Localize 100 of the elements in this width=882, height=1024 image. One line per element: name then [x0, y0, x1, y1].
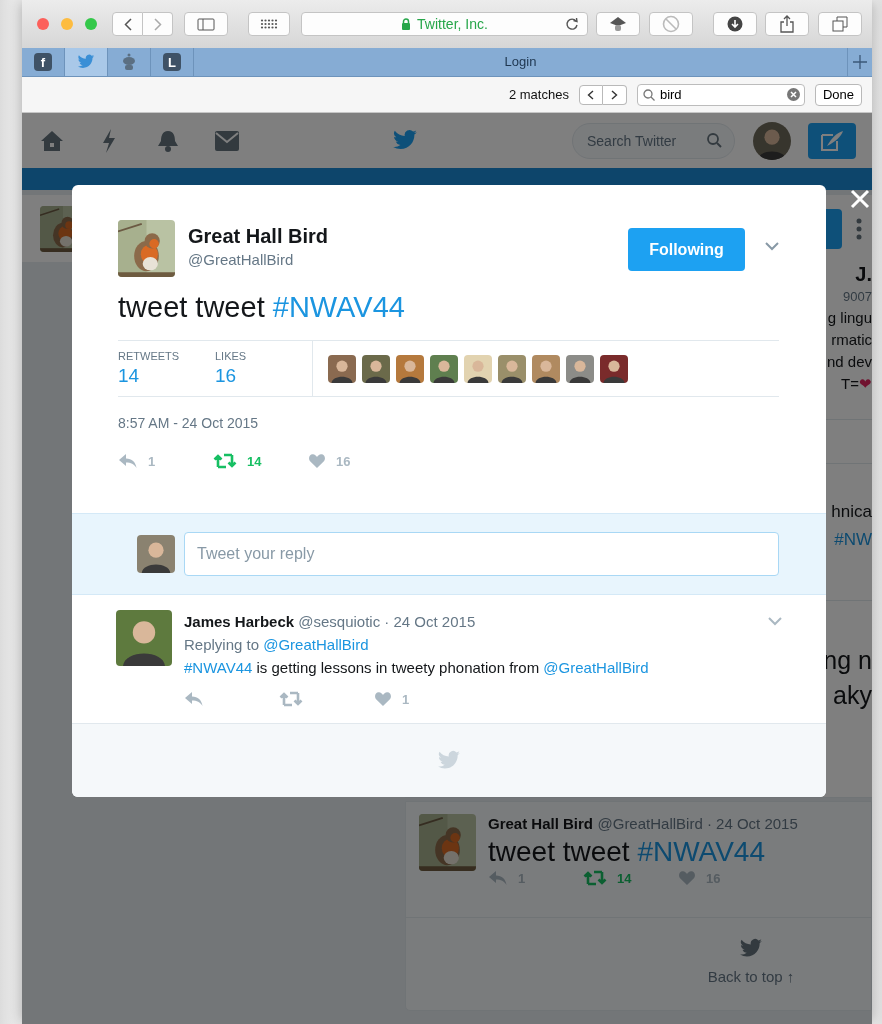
author-handle[interactable]: @GreatHallBird — [188, 249, 329, 271]
lock-icon — [401, 18, 412, 30]
block-button[interactable] — [649, 12, 693, 36]
page-title: Login — [503, 53, 538, 71]
retweet-icon[interactable] — [213, 453, 237, 469]
tweet-meta: @sesquiotic · 24 Oct 2015 — [298, 613, 476, 630]
tweet-timestamp: 8:57 AM - 24 Oct 2015 — [118, 415, 260, 431]
heart-icon[interactable] — [678, 870, 696, 886]
author-name[interactable]: Great Hall Bird — [188, 223, 329, 249]
find-field[interactable]: bird — [636, 83, 805, 106]
reply-icon[interactable] — [488, 870, 508, 886]
search-field[interactable]: Search Twitter — [572, 122, 735, 159]
avatar — [464, 354, 492, 383]
avatar — [498, 354, 526, 383]
replying-label: Replying to — [184, 636, 260, 653]
heart-icon[interactable] — [374, 691, 392, 707]
action-count: 14 — [247, 453, 262, 469]
action-count: 16 — [336, 453, 351, 469]
grid-button[interactable] — [248, 12, 290, 36]
hashtag-link[interactable]: #NWAV44 — [184, 659, 253, 676]
chevron-right-icon — [153, 17, 162, 31]
text-fragment: aky — [833, 681, 872, 709]
avatar — [532, 354, 560, 383]
text-fragment: 9007 — [843, 289, 872, 304]
download-icon — [727, 16, 743, 32]
mention-link[interactable]: @GreatHallBird — [543, 659, 649, 676]
author-name[interactable]: Great Hall Bird — [488, 815, 594, 832]
hashtag-link[interactable]: #NWAV44 — [272, 291, 405, 323]
avatar — [430, 354, 458, 383]
block-icon — [662, 15, 680, 33]
gem-icon — [609, 16, 627, 32]
mail-icon[interactable] — [215, 130, 239, 151]
next-match-button[interactable] — [602, 84, 627, 105]
reply-icon[interactable] — [184, 691, 204, 707]
address-field[interactable]: Twitter, Inc. — [301, 12, 588, 36]
zoom-button[interactable] — [85, 18, 97, 30]
avatar — [362, 354, 390, 383]
text-fragment: g lingu — [827, 309, 872, 326]
chevron-icon[interactable] — [768, 617, 782, 626]
more-icon[interactable] — [856, 217, 862, 240]
match-count: 2 matches — [508, 87, 569, 102]
tweet-text: tweet tweet #NWAV44 — [118, 290, 406, 325]
avatar — [566, 354, 594, 383]
tabs-button[interactable] — [818, 12, 862, 36]
extension-button[interactable] — [596, 12, 640, 36]
forward-button[interactable] — [143, 12, 173, 36]
back-to-top-link[interactable]: Back to top ↑ — [707, 968, 795, 986]
stat-value[interactable]: 14 — [118, 363, 215, 389]
bird-icon — [77, 54, 95, 70]
close-icon[interactable] — [850, 189, 870, 209]
chevron-left-icon — [123, 17, 132, 31]
tweet-text: tweet tweet #NWAV44 — [488, 835, 766, 869]
compose-button[interactable] — [808, 122, 856, 159]
tweet-text: #NWAV44 is getting lessons in tweety phonation from @GreatHallBird — [184, 658, 649, 678]
lightning-icon[interactable] — [101, 128, 117, 153]
search-icon[interactable] — [707, 132, 722, 148]
back-button[interactable] — [112, 12, 143, 36]
done-button[interactable]: Done — [814, 83, 862, 106]
hashtag-link[interactable]: #NWAV44 — [637, 836, 765, 867]
clear-icon[interactable] — [786, 87, 800, 101]
retweet-icon[interactable] — [583, 870, 607, 886]
text-fragment: hnica — [831, 502, 872, 521]
stat-value[interactable]: 16 — [215, 363, 312, 389]
browser-tab[interactable] — [65, 48, 108, 76]
bell-icon[interactable] — [157, 128, 179, 153]
bird-icon — [437, 750, 461, 771]
sidebar-icon — [197, 17, 215, 31]
home-icon[interactable] — [40, 129, 64, 152]
reply-field[interactable]: Tweet your reply — [184, 532, 779, 576]
close-window-button[interactable] — [37, 18, 49, 30]
robot-icon — [121, 53, 137, 71]
share-icon — [780, 15, 794, 33]
chevron-left-icon — [587, 89, 595, 100]
tweet-meta: @GreatHallBird · 24 Oct 2015 — [597, 815, 798, 832]
minimize-button[interactable] — [61, 18, 73, 30]
share-button[interactable] — [765, 12, 809, 36]
download-button[interactable] — [713, 12, 757, 36]
author-name[interactable]: James Harbeck — [184, 613, 295, 630]
mention-link[interactable]: @GreatHallBird — [263, 636, 369, 653]
stat-label: LIKES — [215, 349, 248, 363]
action-count: 1 — [402, 691, 410, 707]
tabs-icon — [832, 16, 848, 32]
previous-match-button[interactable] — [578, 84, 603, 105]
search-icon — [642, 88, 655, 101]
new-tab-icon[interactable] — [853, 55, 867, 69]
stat-label: RETWEETS — [118, 349, 181, 363]
heart-icon[interactable] — [308, 453, 326, 469]
action-count: 14 — [617, 870, 632, 886]
reload-icon[interactable] — [565, 17, 579, 31]
sidebar-button[interactable] — [184, 12, 228, 36]
retweet-icon[interactable] — [279, 691, 303, 707]
reply-icon[interactable] — [118, 453, 138, 469]
grid-icon — [260, 19, 278, 29]
following-button[interactable]: Following — [628, 228, 745, 271]
hashtag-link[interactable]: #NW — [834, 530, 872, 549]
chevron-right-icon — [610, 89, 618, 100]
bird-icon — [739, 938, 763, 959]
chevron-icon[interactable] — [765, 242, 779, 251]
bird-icon — [392, 129, 418, 152]
text-fragment: nd dev — [826, 353, 872, 370]
